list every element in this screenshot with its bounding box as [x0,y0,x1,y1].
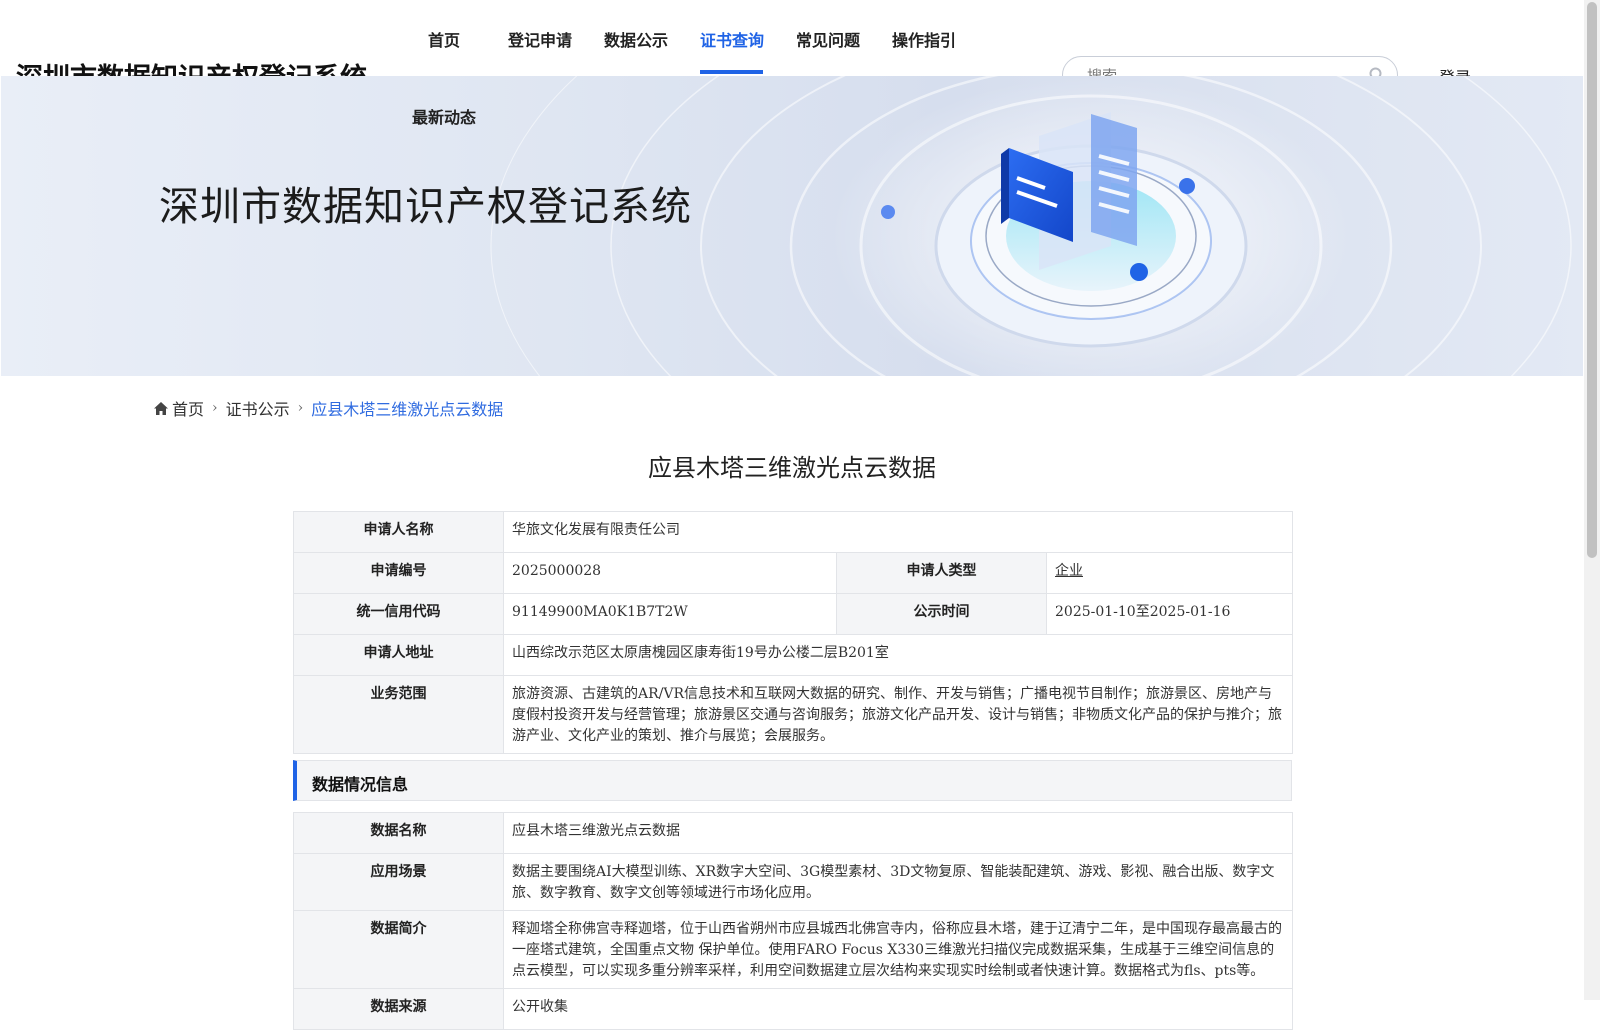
address-value: 山西综改示范区太原唐槐园区康寿街19号办公楼二层B201室 [502,634,1294,676]
nav-item-latest-news[interactable]: 最新动态 [412,104,476,128]
breadcrumb-home[interactable]: 首页 [172,396,204,420]
application-no-value: 2025000028 [503,552,837,594]
business-scope-value: 旅游资源、古建筑的AR/VR信息技术和互联网大数据的研究、制作、开发与销售；广播… [502,675,1294,754]
section-title: 数据情况信息 [312,775,409,794]
nav-item-guide[interactable]: 操作指引 [892,27,956,51]
section-header-data-info: 数据情况信息 [293,760,1292,801]
credit-code-label: 统一信用代码 [293,593,504,635]
breadcrumb-current: 应县木塔三维激光点云数据 [311,400,504,419]
data-info-table: 数据名称 应县木塔三维激光点云数据 应用场景 数据主要围绕AI大模型训练、XR数… [293,812,1293,1030]
nav-item-register-apply[interactable]: 登记申请 [508,27,572,51]
table-row: 数据名称 应县木塔三维激光点云数据 [293,812,1293,854]
chevron-right-icon: › [297,400,304,416]
page-title: 应县木塔三维激光点云数据 [648,454,936,482]
business-scope-label: 业务范围 [293,675,504,754]
table-row: 申请编号 2025000028 申请人类型 企业 [293,552,1294,594]
data-name-label: 数据名称 [293,812,504,854]
hero-banner: 深圳市数据知识产权登记系统 [1,76,1583,376]
table-row: 申请人名称 华旅文化发展有限责任公司 [293,511,1294,553]
applicant-type-label: 申请人类型 [836,552,1047,594]
table-row: 申请人地址 山西综改示范区太原唐槐园区康寿街19号办公楼二层B201室 [293,634,1294,676]
applicant-type-text: 企业 [1055,563,1083,579]
scenario-label: 应用场景 [293,853,504,911]
breadcrumb: 首页 › 证书公示 › 应县木塔三维激光点云数据 [154,396,503,420]
publicity-time-value: 2025-01-10至2025-01-16 [1045,593,1294,635]
applicant-info-table: 申请人名称 华旅文化发展有限责任公司 申请编号 2025000028 申请人类型… [293,511,1294,754]
publicity-time-label: 公示时间 [836,593,1047,635]
table-row: 应用场景 数据主要围绕AI大模型训练、XR数字大空间、3G模型素材、3D文物复原… [293,853,1293,911]
table-row: 数据来源 公开收集 [293,988,1293,1030]
applicant-name-value: 华旅文化发展有限责任公司 [502,511,1294,553]
breadcrumb-certificate-publicity[interactable]: 证书公示 [226,396,290,420]
application-no-label: 申请编号 [293,552,504,594]
data-name-value: 应县木塔三维激光点云数据 [503,812,1293,854]
nav-active-indicator [700,70,763,74]
applicant-name-label: 申请人名称 [293,511,504,553]
credit-code-value: 91149900MA0K1B7T2W [503,593,837,635]
nav-item-certificate-query[interactable]: 证书查询 [700,27,764,51]
scenario-value: 数据主要围绕AI大模型训练、XR数字大空间、3G模型素材、3D文物复原、智能装配… [503,853,1293,911]
nav-item-home[interactable]: 首页 [428,27,460,51]
data-source-label: 数据来源 [293,988,504,1030]
table-row: 业务范围 旅游资源、古建筑的AR/VR信息技术和互联网大数据的研究、制作、开发与… [293,675,1294,754]
data-source-value: 公开收集 [503,988,1293,1030]
table-row: 统一信用代码 91149900MA0K1B7T2W 公示时间 2025-01-1… [293,593,1294,635]
nav-item-faq[interactable]: 常见问题 [796,27,860,51]
scrollbar-thumb[interactable] [1587,2,1597,558]
nav-item-data-publicity[interactable]: 数据公示 [604,27,668,51]
address-label: 申请人地址 [293,634,504,676]
chevron-right-icon: › [212,400,218,416]
banner-title: 深圳市数据知识产权登记系统 [159,184,692,230]
data-intro-value: 释迦塔全称佛宫寺释迦塔，位于山西省朔州市应县城西北佛宫寺内，俗称应县木塔，建于辽… [503,910,1293,989]
table-row: 数据简介 释迦塔全称佛宫寺释迦塔，位于山西省朔州市应县城西北佛宫寺内，俗称应县木… [293,910,1293,989]
applicant-type-value: 企业 [1045,552,1294,594]
home-icon[interactable] [154,401,168,415]
data-intro-label: 数据简介 [293,910,504,989]
